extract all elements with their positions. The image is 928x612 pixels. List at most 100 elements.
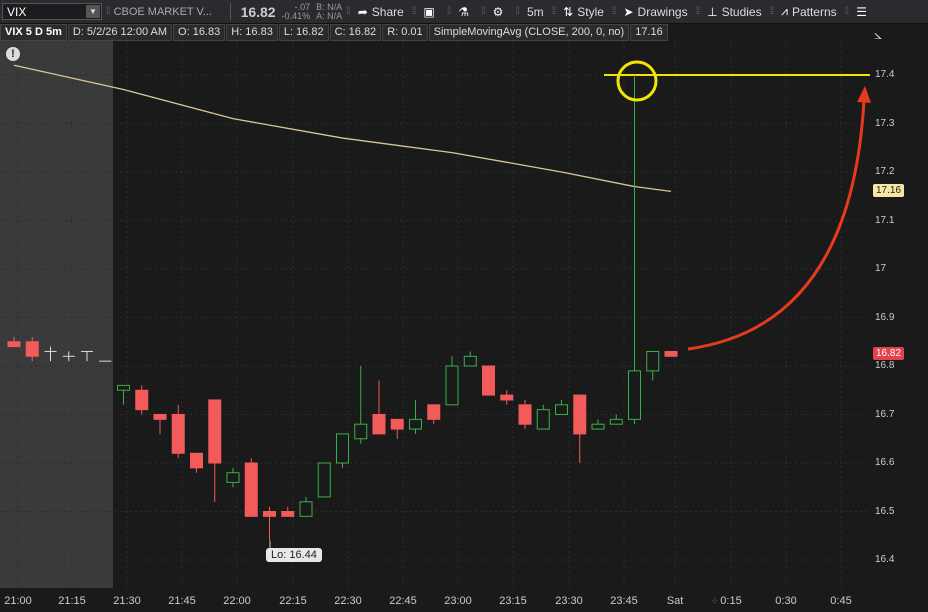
candle-body — [226, 472, 240, 483]
candle-body — [427, 404, 441, 420]
x-tick-label: 22:15 — [279, 595, 307, 607]
drag-handle-icon[interactable]: ⁞⁞ — [612, 6, 616, 17]
chart-ticker[interactable]: VIX 5 D 5m — [0, 24, 67, 41]
style-button[interactable]: ⇅ Style — [563, 5, 604, 19]
candle-body — [299, 501, 313, 517]
x-tick-label: 21:30 — [113, 595, 141, 607]
patterns-button[interactable]: ⩘ Patterns — [781, 4, 836, 19]
drag-handle-icon[interactable]: ⁞⁞ — [552, 6, 556, 17]
interval-button[interactable]: 5m — [527, 5, 544, 19]
bar-open: O: 16.83 — [173, 24, 226, 41]
drag-handle-icon[interactable]: ⁞⁞ — [515, 6, 519, 17]
drawings-label: Drawings — [637, 4, 688, 19]
candle-body — [482, 365, 495, 396]
candle-body — [536, 409, 550, 430]
candle-body — [244, 462, 258, 517]
y-tick-label: 17.3 — [875, 117, 895, 129]
menu-button[interactable]: ☰ — [856, 5, 871, 19]
y-tick-label: 16.4 — [875, 554, 895, 565]
settings-button[interactable]: ⚙ — [493, 5, 508, 19]
axis-scale-icon[interactable]: ⦣ — [874, 26, 882, 43]
drag-handle-icon[interactable]: ⁞⁞ — [447, 6, 451, 17]
candle-body — [135, 389, 149, 411]
camera-icon: ▣ — [423, 4, 435, 19]
candle-body — [445, 365, 459, 406]
instrument-title: CBOE MARKET V... — [113, 5, 212, 18]
drawings-button[interactable]: ➤ Drawings — [623, 5, 687, 19]
symbol-label: VIX — [7, 4, 27, 19]
gear-icon: ⚙ — [492, 4, 504, 19]
drag-handle-icon[interactable]: ⁞⁞ — [770, 6, 774, 17]
drag-handle-icon[interactable]: ⁞⁞ — [346, 6, 350, 17]
candle-body — [190, 452, 203, 469]
scroll-dots-icon[interactable]: ⁘ — [790, 596, 798, 607]
y-tick-label: 17 — [875, 263, 887, 274]
candle-body — [153, 414, 167, 420]
studies-label: Studies — [721, 4, 762, 19]
symbol-selector[interactable]: VIX ▼ — [2, 3, 102, 20]
change-block: -.07 -0.41% — [281, 2, 311, 21]
x-tick-label: 23:15 — [499, 595, 527, 607]
y-tick-label: 16.7 — [875, 408, 895, 420]
flask-button[interactable]: ⚗ — [458, 5, 473, 19]
patterns-icon: ⩘ — [781, 4, 788, 18]
bar-low: L: 16.82 — [278, 24, 329, 41]
scroll-dots-icon[interactable]: ⁘ — [711, 596, 719, 607]
candle-body — [518, 404, 532, 425]
y-tick-label: 17.2 — [875, 166, 895, 177]
candle-body — [555, 404, 568, 415]
candle-body — [500, 394, 514, 401]
style-label: Style — [577, 4, 604, 19]
candle-body — [409, 418, 422, 430]
share-icon: ➦ — [357, 4, 368, 19]
candle-body — [390, 418, 404, 430]
candle-body — [117, 384, 130, 391]
x-tick-label: 21:15 — [58, 595, 86, 607]
candle-body — [7, 341, 21, 348]
candle-body — [281, 511, 295, 517]
x-tick-label: 22:30 — [334, 595, 362, 607]
study-name[interactable]: SimpleMovingAvg (CLOSE, 200, 0, no) — [428, 24, 630, 41]
candle-body — [573, 394, 587, 435]
candle-body — [609, 418, 623, 425]
sma-price-tag: 17.16 — [873, 184, 905, 197]
candle-body — [664, 350, 678, 357]
drag-handle-icon[interactable]: ⁞⁞ — [696, 6, 700, 17]
candle-body — [372, 414, 386, 435]
interval-label: 5m — [526, 4, 544, 19]
menu-icon: ☰ — [856, 4, 867, 19]
info-bar: VIX 5 D 5m D: 5/2/26 12:00 AM O: 16.83 H… — [0, 24, 669, 41]
candle-body — [336, 433, 349, 464]
x-tick-label: 0:15 — [720, 595, 742, 607]
drag-handle-icon[interactable]: ⁞⁞ — [481, 6, 485, 17]
candle-body — [354, 423, 368, 440]
candle-body — [317, 462, 331, 498]
x-tick-label: Sat — [666, 595, 684, 607]
toolbar: VIX ▼ ⁞⁞ CBOE MARKET V... 16.82 -.07 -0.… — [0, 0, 928, 24]
drag-handle-icon[interactable]: ⁞⁞ — [845, 6, 849, 17]
candle-body — [171, 414, 185, 454]
y-tick-label: 17.4 — [875, 69, 895, 80]
x-tick-label: 21:45 — [168, 595, 196, 607]
x-tick-label: 21:00 — [4, 595, 32, 607]
studies-icon: ⊥ — [707, 4, 718, 19]
studies-button[interactable]: ⊥ Studies — [707, 5, 761, 19]
divider — [229, 3, 231, 20]
drag-handle-icon[interactable]: ⁞⁞ — [412, 6, 416, 17]
cursor-icon: ➤ — [623, 4, 634, 19]
x-tick-label: 22:00 — [223, 595, 251, 607]
percent-change: -0.41% — [281, 10, 311, 21]
candle-body — [591, 423, 605, 430]
x-tick-label: 23:00 — [444, 595, 472, 607]
candle-style-icon: ⇅ — [563, 4, 574, 19]
drag-handle-icon[interactable]: ⁞⁞ — [106, 6, 110, 17]
bar-range: R: 0.01 — [382, 24, 428, 41]
screenshot-button[interactable]: ▣ — [423, 5, 438, 19]
chevron-down-icon[interactable]: ▼ — [86, 5, 100, 18]
price-chart[interactable] — [0, 0, 928, 612]
share-button[interactable]: ➦ Share — [358, 5, 404, 19]
patterns-label: Patterns — [791, 4, 837, 19]
flask-icon: ⚗ — [458, 4, 470, 19]
y-tick-label: 16.9 — [875, 311, 895, 323]
alert-icon[interactable]: ! — [6, 47, 20, 61]
